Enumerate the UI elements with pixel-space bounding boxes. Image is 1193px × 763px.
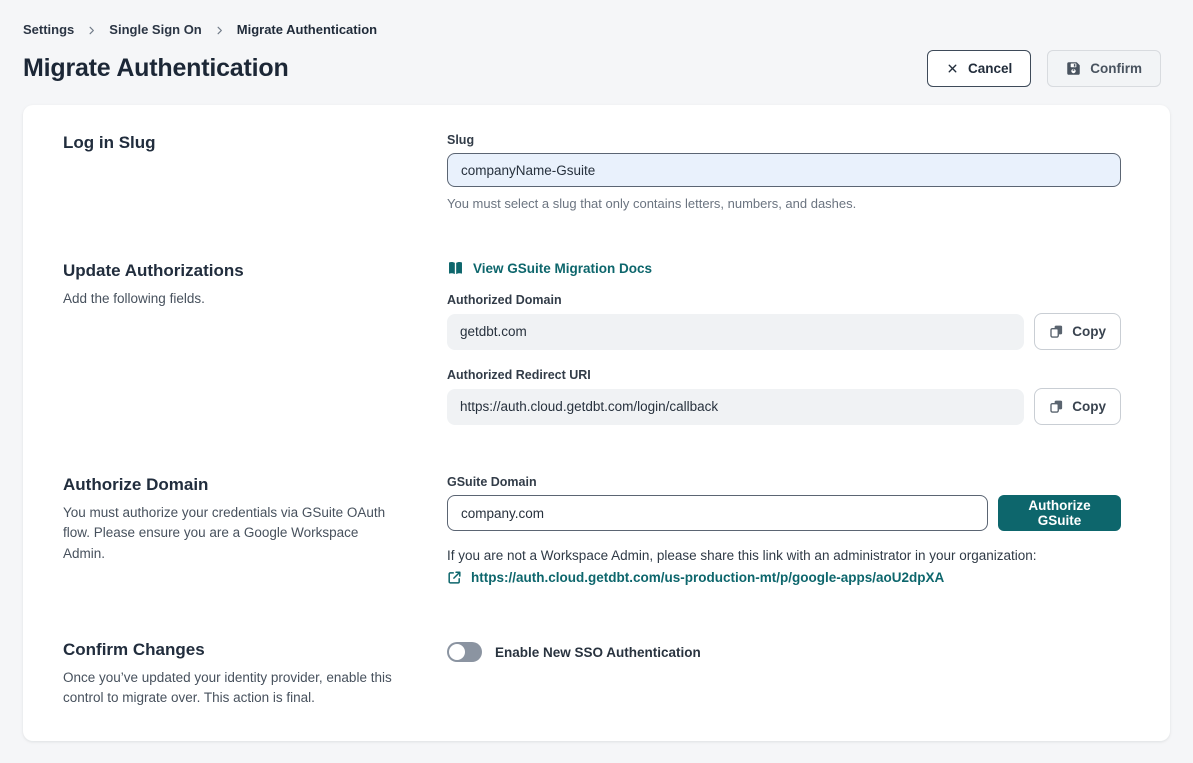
chevron-right-icon (214, 25, 225, 36)
breadcrumb-single-sign-on[interactable]: Single Sign On (109, 22, 201, 37)
slug-input[interactable] (447, 153, 1121, 187)
authorized-domain-row: Copy (447, 313, 1121, 350)
authorized-domain-field[interactable] (447, 314, 1024, 350)
section-confirm-changes-right: Enable New SSO Authentication (447, 640, 1121, 709)
section-heading: Log in Slug (63, 133, 423, 153)
section-confirm-changes: Confirm Changes Once you’ve updated your… (63, 640, 1121, 709)
settings-card: Log in Slug Slug You must select a slug … (23, 105, 1170, 741)
migrate-authentication-page: Settings Single Sign On Migrate Authenti… (0, 0, 1193, 763)
breadcrumb: Settings Single Sign On Migrate Authenti… (23, 22, 1161, 37)
view-gsuite-migration-docs-link[interactable]: View GSuite Migration Docs (447, 261, 652, 276)
slug-label: Slug (447, 133, 1121, 147)
copy-authorized-domain-button[interactable]: Copy (1034, 313, 1121, 350)
x-close-icon (946, 62, 959, 75)
gsuite-domain-label: GSuite Domain (447, 475, 1121, 489)
section-update-authorizations-right: View GSuite Migration Docs Authorized Do… (447, 261, 1121, 425)
chevron-right-icon (86, 25, 97, 36)
section-update-authorizations-left: Update Authorizations Add the following … (63, 261, 447, 425)
authorize-gsuite-button[interactable]: Authorize GSuite (998, 495, 1121, 531)
cancel-button-label: Cancel (968, 61, 1012, 76)
copy-icon (1049, 399, 1064, 414)
open-book-icon (447, 261, 464, 276)
section-heading: Confirm Changes (63, 640, 423, 660)
section-subtext: Once you’ve updated your identity provid… (63, 668, 393, 709)
authorized-domain-label: Authorized Domain (447, 293, 1121, 307)
copy-icon (1049, 324, 1064, 339)
share-link-url: https://auth.cloud.getdbt.com/us-product… (471, 570, 944, 585)
section-authorize-domain-left: Authorize Domain You must authorize your… (63, 475, 447, 590)
page-header: Settings Single Sign On Migrate Authenti… (0, 0, 1193, 105)
section-authorize-domain: Authorize Domain You must authorize your… (63, 475, 1121, 590)
sso-toggle-label: Enable New SSO Authentication (495, 645, 701, 660)
section-confirm-changes-left: Confirm Changes Once you’ve updated your… (63, 640, 447, 709)
cancel-button[interactable]: Cancel (927, 50, 1031, 87)
section-login-slug-left: Log in Slug (63, 133, 447, 211)
section-update-authorizations: Update Authorizations Add the following … (63, 261, 1121, 425)
workspace-admin-note: If you are not a Workspace Admin, please… (447, 548, 1121, 563)
gsuite-domain-input[interactable] (447, 495, 988, 531)
section-login-slug-right: Slug You must select a slug that only co… (447, 133, 1121, 211)
header-actions: Cancel Confirm (927, 50, 1161, 87)
authorized-redirect-uri-label: Authorized Redirect URI (447, 368, 1121, 382)
enable-sso-toggle[interactable] (447, 642, 482, 662)
section-subtext: You must authorize your credentials via … (63, 503, 393, 564)
section-heading: Authorize Domain (63, 475, 423, 495)
confirm-button[interactable]: Confirm (1047, 50, 1161, 87)
external-link-icon (447, 570, 462, 585)
toggle-knob (449, 644, 465, 660)
breadcrumb-settings[interactable]: Settings (23, 22, 74, 37)
page-title: Migrate Authentication (23, 54, 289, 83)
copy-redirect-uri-button[interactable]: Copy (1034, 388, 1121, 425)
title-row: Migrate Authentication Cancel Confirm (23, 50, 1161, 87)
sso-toggle-row: Enable New SSO Authentication (447, 642, 1121, 662)
slug-helper-text: You must select a slug that only contain… (447, 196, 1121, 211)
section-authorize-domain-right: GSuite Domain Authorize GSuite If you ar… (447, 475, 1121, 590)
section-heading: Update Authorizations (63, 261, 423, 281)
floppy-save-icon (1066, 61, 1081, 76)
authorized-redirect-uri-field[interactable] (447, 389, 1024, 425)
docs-link-label: View GSuite Migration Docs (473, 261, 652, 276)
copy-button-label: Copy (1072, 324, 1106, 339)
authorized-domain-block: Authorized Domain Copy (447, 293, 1121, 350)
confirm-button-label: Confirm (1090, 61, 1142, 76)
copy-button-label: Copy (1072, 399, 1106, 414)
admin-share-link[interactable]: https://auth.cloud.getdbt.com/us-product… (447, 570, 944, 585)
breadcrumb-migrate-authentication: Migrate Authentication (237, 22, 377, 37)
gsuite-domain-row: Authorize GSuite (447, 495, 1121, 531)
authorized-redirect-uri-block: Authorized Redirect URI Copy (447, 368, 1121, 425)
authorized-redirect-uri-row: Copy (447, 388, 1121, 425)
section-login-slug: Log in Slug Slug You must select a slug … (63, 133, 1121, 211)
section-subtext: Add the following fields. (63, 289, 393, 309)
